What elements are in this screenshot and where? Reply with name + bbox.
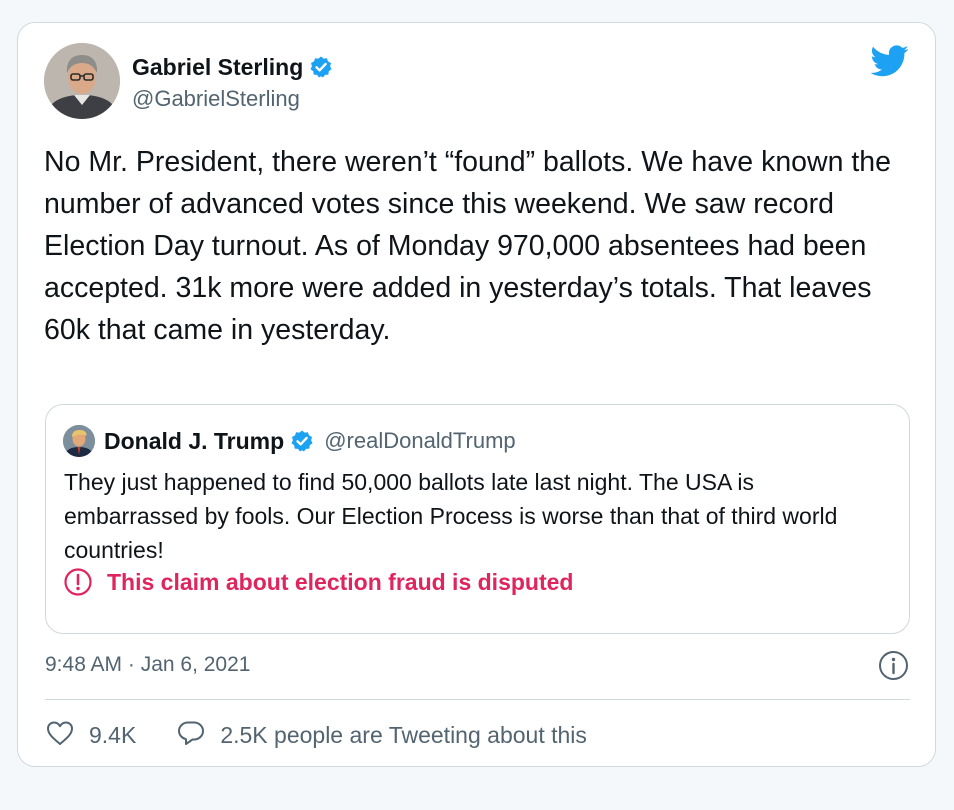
quoted-author-name[interactable]: Donald J. Trump	[104, 428, 284, 455]
quoted-tweet-text: They just happened to find 50,000 ballot…	[64, 469, 838, 563]
action-bar: 9.4K 2.5K people are Tweeting about this	[45, 717, 587, 753]
quoted-header: Donald J. Trump @realDonaldTrump	[104, 425, 516, 457]
speech-bubble-icon	[176, 718, 206, 753]
author-avatar[interactable]	[44, 43, 120, 119]
tweet-card[interactable]: Gabriel Sterling @GabrielSterling No Mr.…	[17, 22, 936, 767]
quoted-author-handle[interactable]: @realDonaldTrump	[324, 428, 515, 454]
conversation-link[interactable]: 2.5K people are Tweeting about this	[176, 718, 587, 753]
author-name-row: Gabriel Sterling	[132, 53, 333, 81]
tweet-text: No Mr. President, there weren’t “found” …	[44, 146, 891, 346]
dispute-warning[interactable]: This claim about election fraud is dispu…	[63, 565, 573, 599]
heart-icon	[45, 718, 75, 753]
twitter-bird-icon[interactable]	[870, 45, 909, 77]
alert-circle-icon	[63, 567, 93, 597]
verified-badge-icon	[309, 55, 333, 79]
dispute-warning-text[interactable]: This claim about election fraud is dispu…	[107, 569, 573, 596]
info-icon[interactable]	[878, 650, 909, 681]
quoted-tweet[interactable]: Donald J. Trump @realDonaldTrump They ju…	[45, 404, 910, 634]
conversation-text[interactable]: 2.5K people are Tweeting about this	[220, 722, 587, 749]
author-name[interactable]: Gabriel Sterling	[132, 53, 303, 81]
like-count[interactable]: 9.4K	[89, 722, 136, 749]
author-handle[interactable]: @GabrielSterling	[132, 85, 300, 113]
tweet-timestamp[interactable]: 9:48 AM · Jan 6, 2021	[45, 651, 250, 679]
like-button[interactable]: 9.4K	[45, 718, 136, 753]
verified-badge-icon	[290, 429, 314, 453]
quoted-author-avatar[interactable]	[63, 425, 95, 457]
divider	[45, 699, 910, 700]
